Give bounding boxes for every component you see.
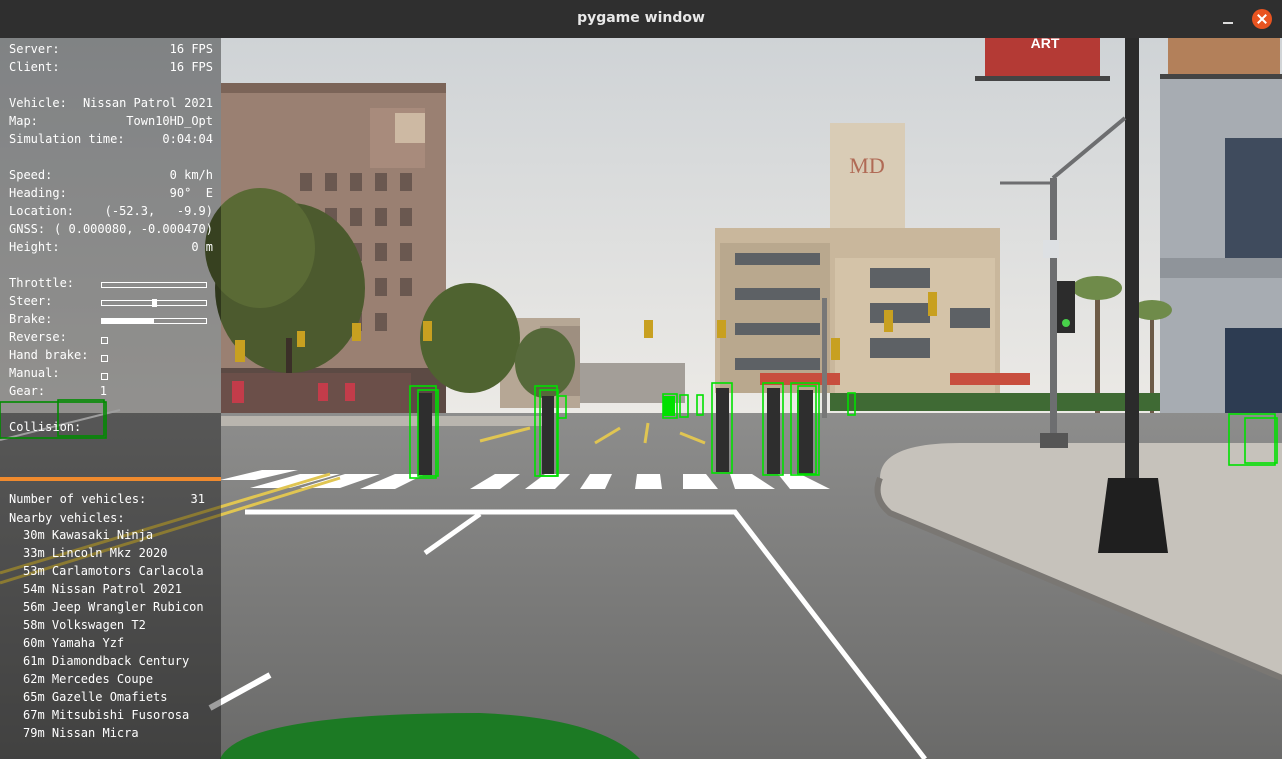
gnss-readout: GNSS:( 0.000080, -0.000470) [9, 222, 213, 236]
manual-row: Manual: [9, 366, 60, 380]
nearby-vehicle-item: 30m Kawasaki Ninja [23, 528, 154, 542]
gear-readout: Gear: 1 [9, 384, 107, 398]
nearby-vehicle-item: 60m Yamaha Yzf [23, 636, 125, 650]
camera-view[interactable]: MD ART Server: 16 FPS Client: 16 FPS Veh… [0, 38, 1282, 759]
steer-marker [152, 299, 157, 307]
title-bar[interactable]: pygame window [0, 0, 1282, 39]
festival-banner [1168, 38, 1280, 76]
collision-label: Collision: [9, 420, 82, 434]
brake-fill [102, 319, 154, 323]
reverse-row: Reverse: [9, 330, 67, 344]
speed-readout: Speed: 0 km/h [9, 168, 213, 182]
map-info: Map: Town10HD_Opt [9, 114, 213, 128]
brake-bar [101, 318, 207, 324]
nearby-vehicle-item: 53m Carlamotors Carlacola [23, 564, 204, 578]
heading-readout: Heading: 90° E [9, 186, 213, 200]
nearby-vehicle-item: 56m Jeep Wrangler Rubicon [23, 600, 204, 614]
reverse-checkbox [101, 337, 108, 344]
vehicle-info: Vehicle: Nissan Patrol 2021 [9, 96, 213, 110]
throttle-bar [101, 282, 207, 288]
nearby-vehicle-item: 54m Nissan Patrol 2021 [23, 582, 182, 596]
window-title: pygame window [577, 10, 705, 26]
nearby-vehicle-item: 33m Lincoln Mkz 2020 [23, 546, 168, 560]
steer-bar [101, 299, 207, 307]
nearby-vehicle-item: 62m Mercedes Coupe [23, 672, 154, 686]
nearby-vehicle-item: 79m Nissan Micra [23, 726, 139, 740]
collision-history-bar [0, 477, 221, 481]
minimize-icon[interactable] [1218, 9, 1238, 29]
height-readout: Height: 0 m [9, 240, 213, 254]
server-fps: Server: 16 FPS [9, 42, 213, 56]
vehicle-count: Number of vehicles: 31 [9, 492, 205, 506]
pygame-window: pygame window MD ART Server: 16 FPS Clie… [0, 0, 1282, 759]
nearby-vehicle-item: 67m Mitsubishi Fusorosa [23, 708, 190, 722]
hud-panel: Server: 16 FPS Client: 16 FPS Vehicle: Niss… [0, 38, 221, 759]
nearby-vehicle-item: 65m Gazelle Omafiets [23, 690, 168, 704]
close-icon[interactable] [1252, 9, 1272, 29]
simulation-time: Simulation time: 0:04:04 [9, 132, 213, 146]
handbrake-row: Hand brake: [9, 348, 89, 362]
manual-checkbox [101, 373, 108, 380]
svg-text:ART: ART [1031, 38, 1060, 51]
handbrake-checkbox [101, 355, 108, 362]
hedge [830, 393, 1160, 411]
building-sign: MD [849, 153, 884, 178]
nearby-vehicle-item: 61m Diamondback Century [23, 654, 190, 668]
nearby-vehicle-item: 58m Volkswagen T2 [23, 618, 146, 632]
client-fps: Client: 16 FPS [9, 60, 213, 74]
nearby-label: Nearby vehicles: [9, 511, 125, 525]
location-readout: Location: (-52.3, -9.9) [9, 204, 213, 218]
